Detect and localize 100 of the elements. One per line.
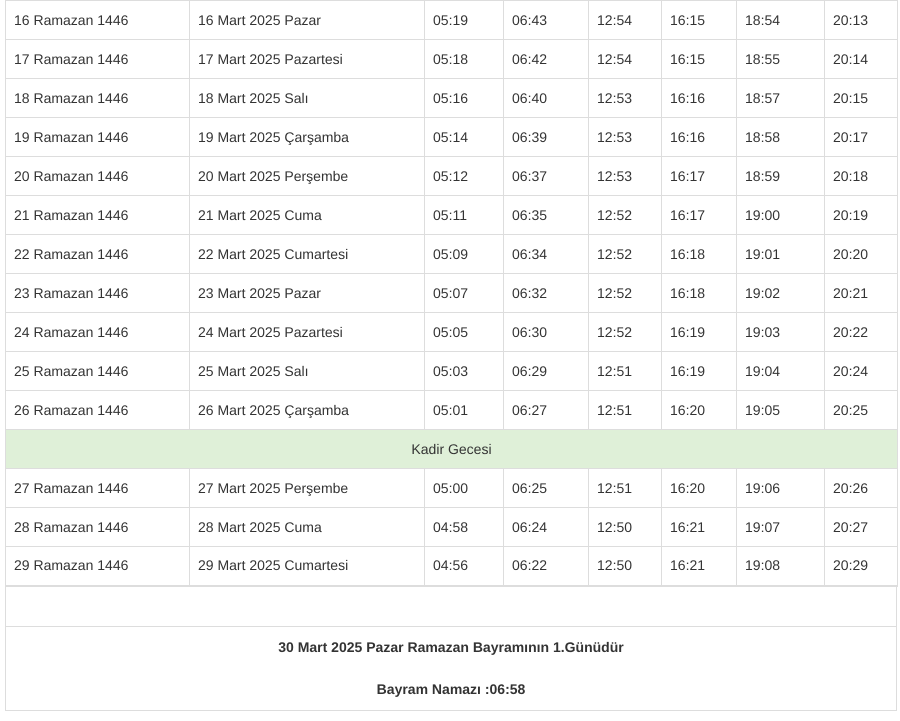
table-cell: 19:04: [736, 352, 824, 390]
table-cell: 19:01: [736, 234, 824, 274]
table-cell: 06:43: [504, 0, 588, 40]
table-cell: 21 Mart 2025 Cuma: [190, 196, 424, 234]
table-cell: 16:17: [662, 196, 736, 234]
table-cell: 12:54: [588, 0, 662, 40]
table-cell: 18:58: [736, 118, 824, 156]
table-cell: 29 Ramazan 1446: [6, 546, 190, 586]
table-cell: 20:18: [824, 156, 898, 196]
table-cell: 18:55: [736, 40, 824, 78]
table-cell: 06:24: [504, 508, 588, 546]
table-cell: 12:52: [588, 274, 662, 312]
table-cell: 05:14: [424, 118, 504, 156]
table-cell: 19:03: [736, 312, 824, 352]
table-cell: 20:21: [824, 274, 898, 312]
table-cell: 05:16: [424, 78, 504, 118]
table-cell: 05:12: [424, 156, 504, 196]
table-cell: 16 Ramazan 1446: [6, 0, 190, 40]
table-cell: 18:57: [736, 78, 824, 118]
table-cell: 12:50: [588, 508, 662, 546]
table-cell: 16:19: [662, 352, 736, 390]
table-cell: 18:54: [736, 0, 824, 40]
table-cell: 16:21: [662, 508, 736, 546]
table-cell: 16:16: [662, 118, 736, 156]
table-cell: 05:03: [424, 352, 504, 390]
table-cell: 23 Ramazan 1446: [6, 274, 190, 312]
table-cell: 22 Ramazan 1446: [6, 234, 190, 274]
table-cell: 20:19: [824, 196, 898, 234]
table-cell: 19:02: [736, 274, 824, 312]
table-cell: 05:07: [424, 274, 504, 312]
table-cell: 20:20: [824, 234, 898, 274]
table-cell: 20 Mart 2025 Perşembe: [190, 156, 424, 196]
table-cell: 17 Mart 2025 Pazartesi: [190, 40, 424, 78]
highlight-row: Kadir Gecesi: [6, 430, 898, 468]
table-cell: 18 Ramazan 1446: [6, 78, 190, 118]
table-cell: 24 Ramazan 1446: [6, 312, 190, 352]
table-cell: 16:15: [662, 40, 736, 78]
table-cell: 05:11: [424, 196, 504, 234]
table-cell: 05:18: [424, 40, 504, 78]
table-cell: 16:18: [662, 274, 736, 312]
table-cell: 06:42: [504, 40, 588, 78]
table-cell: 20:14: [824, 40, 898, 78]
table-cell: 12:53: [588, 118, 662, 156]
table-cell: 27 Mart 2025 Perşembe: [190, 468, 424, 508]
table-cell: 12:52: [588, 312, 662, 352]
table-cell: 28 Ramazan 1446: [6, 508, 190, 546]
table-cell: 12:54: [588, 40, 662, 78]
table-cell: 23 Mart 2025 Pazar: [190, 274, 424, 312]
table-cell: 05:09: [424, 234, 504, 274]
table-cell: 05:00: [424, 468, 504, 508]
table-cell: 05:19: [424, 0, 504, 40]
table-cell: 20:17: [824, 118, 898, 156]
table-cell: 18 Mart 2025 Salı: [190, 78, 424, 118]
table-cell: 06:39: [504, 118, 588, 156]
table-cell: 06:37: [504, 156, 588, 196]
table-cell: 17 Ramazan 1446: [6, 40, 190, 78]
table-cell: 20 Ramazan 1446: [6, 156, 190, 196]
table-cell: 16:15: [662, 0, 736, 40]
table-cell: 12:52: [588, 196, 662, 234]
table-cell: 06:29: [504, 352, 588, 390]
table-cell: 25 Ramazan 1446: [6, 352, 190, 390]
table-cell: 16:18: [662, 234, 736, 274]
table-cell: 18:59: [736, 156, 824, 196]
table-cell: 12:53: [588, 78, 662, 118]
table-cell: 06:35: [504, 196, 588, 234]
table-cell: 06:25: [504, 468, 588, 508]
footer-note: Bayram Namazı :06:58: [376, 680, 526, 699]
table-cell: 06:32: [504, 274, 588, 312]
table-cell: 19 Mart 2025 Çarşamba: [190, 118, 424, 156]
table-cell: 28 Mart 2025 Cuma: [190, 508, 424, 546]
table-cell: 16:19: [662, 312, 736, 352]
table-cell: 20:27: [824, 508, 898, 546]
table-cell: 27 Ramazan 1446: [6, 468, 190, 508]
table-cell: 12:52: [588, 234, 662, 274]
table-cell: 12:53: [588, 156, 662, 196]
table-cell: 20:15: [824, 78, 898, 118]
footer-note: 30 Mart 2025 Pazar Ramazan Bayramının 1.Günüdür: [277, 638, 625, 657]
table-cell: 20:13: [824, 0, 898, 40]
table-cell: 19 Ramazan 1446: [6, 118, 190, 156]
table-cell: 20:22: [824, 312, 898, 352]
table-cell: 16 Mart 2025 Pazar: [190, 0, 424, 40]
table-cell: 12:51: [588, 468, 662, 508]
table-cell: 12:51: [588, 352, 662, 390]
table-cell: 25 Mart 2025 Salı: [190, 352, 424, 390]
table-cell: 16:16: [662, 78, 736, 118]
table-cell: 05:05: [424, 312, 504, 352]
table-cell: 20:26: [824, 468, 898, 508]
table-cell: 19:07: [736, 508, 824, 546]
table-cell: 04:58: [424, 508, 504, 546]
table-cell: 06:40: [504, 78, 588, 118]
table-cell: 06:34: [504, 234, 588, 274]
table-cell: 16:20: [662, 468, 736, 508]
table-cell: 16:17: [662, 156, 736, 196]
table-cell: 21 Ramazan 1446: [6, 196, 190, 234]
table-cell: 19:00: [736, 196, 824, 234]
table-cell: 22 Mart 2025 Cumartesi: [190, 234, 424, 274]
table-cell: 19:06: [736, 468, 824, 508]
table-cell: 20:24: [824, 352, 898, 390]
table-cell: 06:30: [504, 312, 588, 352]
table-cell: 24 Mart 2025 Pazartesi: [190, 312, 424, 352]
